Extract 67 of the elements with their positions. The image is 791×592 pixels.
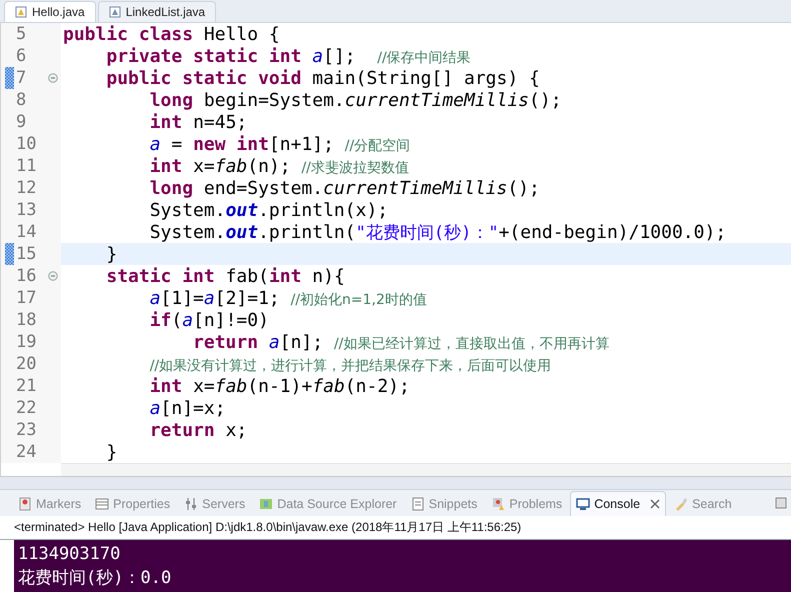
view-tab[interactable]: Data Source Explorer	[253, 490, 403, 516]
code-line: //如果没有计算过，进行计算，并把结果保存下来，后面可以使用	[148, 356, 552, 374]
code-line: }	[105, 442, 118, 462]
code-line: private static int a[]; //保存中间结果	[105, 46, 471, 66]
code-line: long end=System.currentTimeMillis();	[148, 178, 540, 198]
code-line: return a[n]; //如果已经计算过，直接取出值，不用再计算	[192, 332, 610, 352]
line-number: 24	[16, 442, 38, 462]
view-tab[interactable]: Console	[570, 490, 666, 516]
java-file-icon	[108, 6, 121, 18]
warning-icon	[491, 496, 506, 510]
line-number: 14	[16, 222, 38, 242]
line-number: 5	[16, 24, 28, 44]
editor-tab[interactable]: Hello.java	[4, 1, 96, 22]
line-number: 13	[16, 200, 38, 220]
code-line: int x=fab(n); //求斐波拉契数值	[148, 156, 409, 176]
line-number: 9	[16, 112, 28, 132]
flashlight-icon	[674, 496, 688, 510]
monitor-icon	[576, 496, 590, 510]
console-line: 花费时间(秒)：0.0	[18, 567, 172, 590]
view-tab[interactable]: Properties	[89, 490, 176, 516]
view-tab[interactable]: Search	[668, 490, 738, 516]
close-icon[interactable]	[650, 498, 660, 508]
map-icon	[259, 496, 274, 510]
document-icon	[410, 496, 425, 510]
code-line: }	[105, 244, 118, 264]
editor-tab[interactable]: LinkedList.java	[98, 1, 216, 22]
table-icon	[95, 496, 110, 510]
code-line: if(a[n]!=0)	[148, 310, 269, 330]
code-line: public static void main(String[] args) {	[105, 68, 540, 88]
line-number: 21	[16, 376, 38, 396]
view-tab[interactable]: Snippets	[404, 490, 484, 516]
line-number: 23	[16, 420, 38, 440]
code-line: long begin=System.currentTimeMillis();	[148, 90, 562, 110]
code-line: public class Hello {	[63, 24, 280, 44]
code-line: int n=45;	[148, 112, 248, 132]
horizontal-scrollbar[interactable]	[61, 463, 791, 476]
collapse-icon[interactable]	[48, 271, 58, 281]
line-number: 19	[16, 332, 38, 352]
sliders-icon	[184, 496, 198, 510]
line-number: 18	[16, 310, 38, 330]
line-number: 22	[16, 398, 38, 418]
line-number: 12	[16, 178, 38, 198]
console-line: 1134903170	[18, 543, 122, 566]
java-file-icon	[15, 6, 27, 18]
code-line: return x;	[148, 420, 248, 440]
minimize-icon[interactable]	[775, 497, 787, 509]
view-tab[interactable]: Problems	[485, 490, 568, 516]
line-number: 10	[16, 134, 38, 154]
code-line: System.out.println(x);	[148, 200, 388, 220]
line-number: 16	[16, 266, 38, 286]
line-number: 20	[16, 354, 38, 374]
line-number: 11	[16, 156, 38, 176]
line-number: 6	[16, 46, 28, 66]
code-line: static int fab(int n){	[105, 266, 345, 286]
view-tab[interactable]: Servers	[178, 490, 252, 516]
code-line: a[1]=a[2]=1; //初始化n=1,2时的值	[148, 288, 427, 308]
collapse-icon[interactable]	[48, 73, 58, 83]
line-number: 7	[16, 68, 28, 88]
code-line: a[n]=x;	[148, 398, 226, 418]
markers-icon	[18, 496, 32, 510]
view-tab[interactable]: Markers	[12, 490, 88, 516]
code-line: int x=fab(n-1)+fab(n-2);	[148, 376, 410, 396]
code-line: System.out.println("花费时间(秒)："+(end-begin)/1000.0);	[148, 220, 726, 244]
line-number: 8	[16, 90, 28, 110]
code-line: a = new int[n+1]; //分配空间	[148, 134, 410, 154]
line-number: 17	[16, 288, 38, 308]
line-number: 15	[16, 244, 38, 264]
